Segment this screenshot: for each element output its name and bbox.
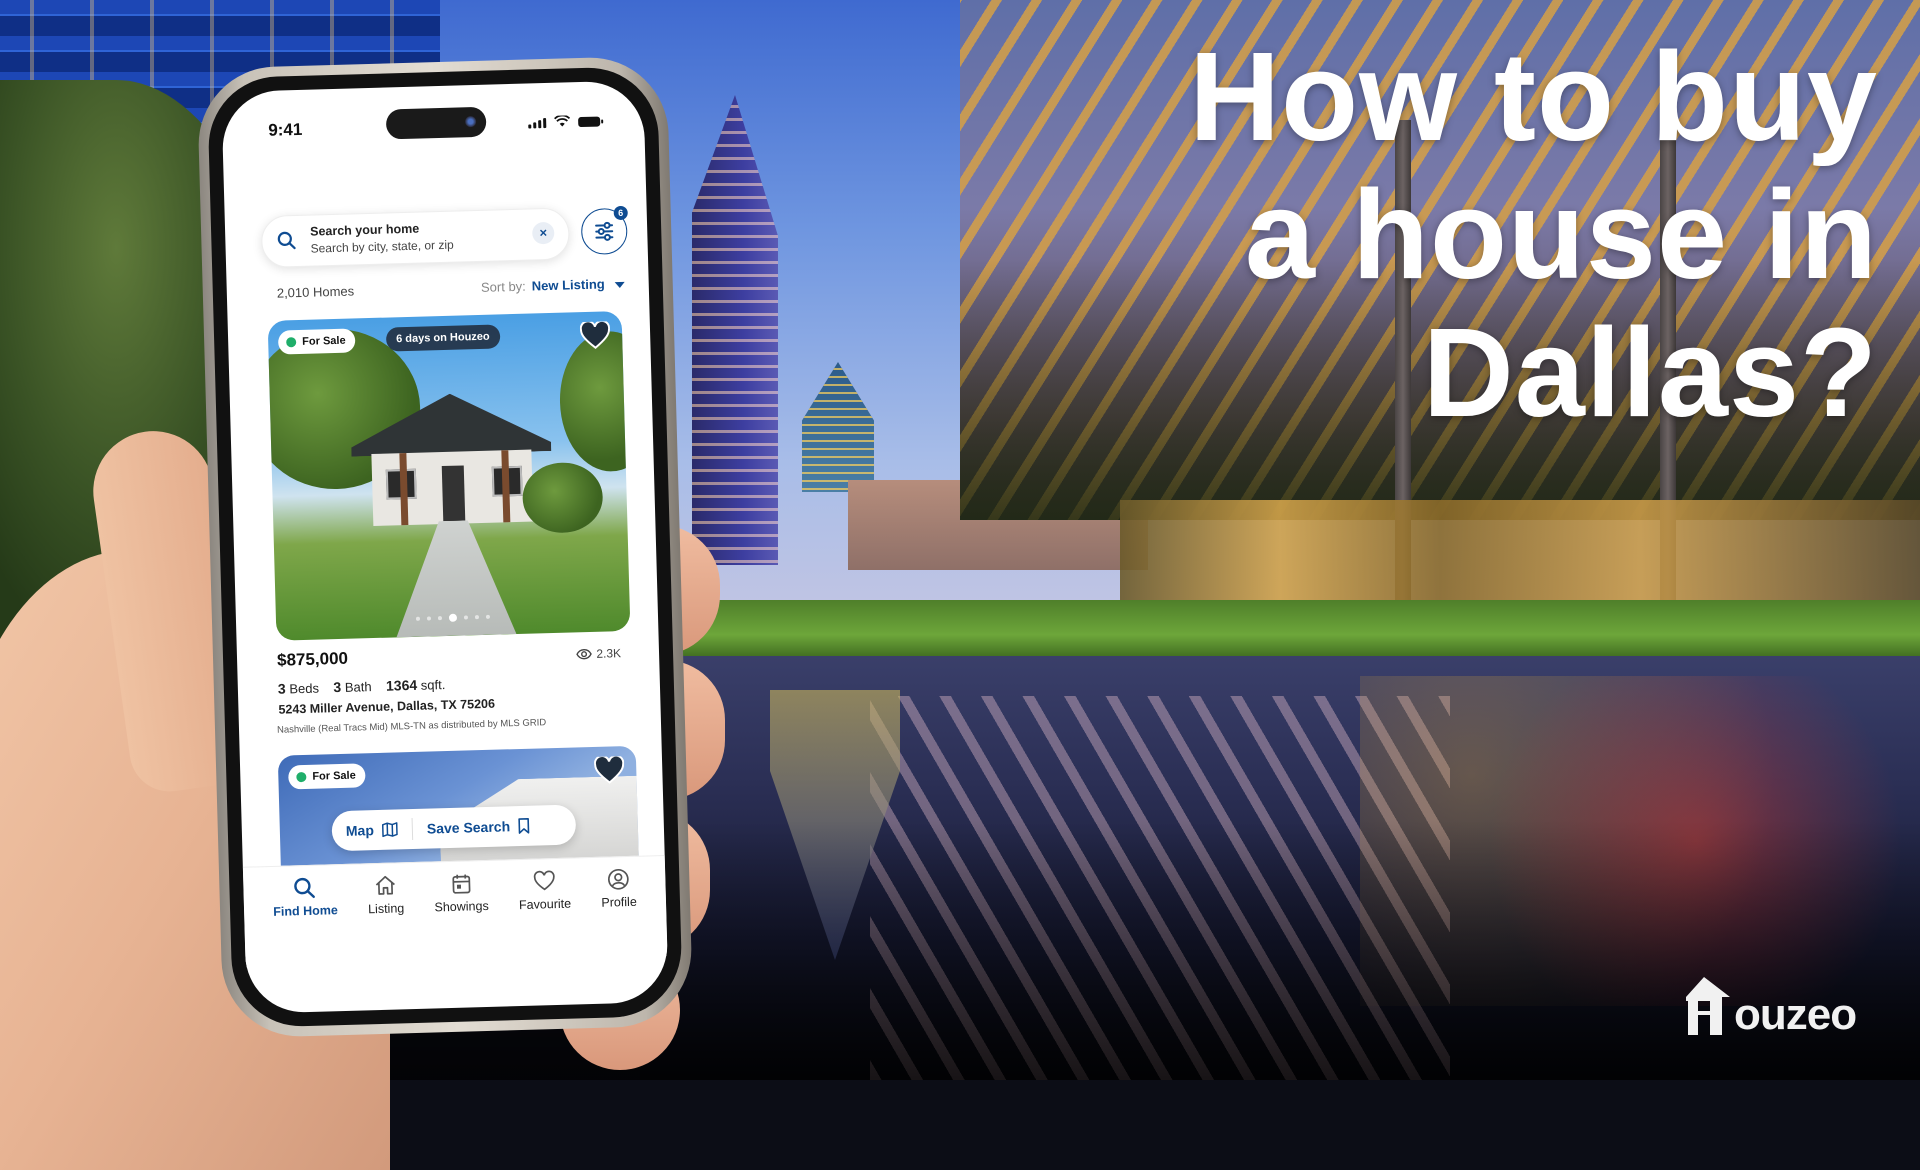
favorite-heart-icon[interactable] [594,756,625,785]
carousel-dot[interactable] [449,614,457,622]
tab-favourite[interactable]: Favourite [518,859,573,960]
for-sale-badge: For Sale [278,328,356,354]
camera-icon [465,116,476,127]
save-search-label: Save Search [427,818,511,836]
baths-label: Bath [345,679,372,695]
sqft-label: sqft. [421,677,446,693]
phone: 9:41 Search your home Search by city, st… [197,56,694,1039]
tab-find-home[interactable]: Find Home [272,865,339,967]
signal-icon [528,118,546,128]
phone-screen: 9:41 Search your home Search by city, st… [221,80,669,1013]
tab-label: Find Home [273,903,338,919]
filter-button[interactable]: 6 [581,208,628,255]
search-icon [293,876,318,901]
favorite-heart-icon[interactable] [580,321,611,350]
map-icon [382,821,398,837]
status-time: 9:41 [268,120,303,141]
wifi-icon [554,115,570,127]
heart-icon [532,869,557,894]
sort-label: Sort by: [481,279,526,295]
baths-count: 3 [333,679,341,695]
headline-line-1: How to buy [1189,28,1878,166]
tab-showings[interactable]: Showings [433,861,490,962]
view-count-value: 2.3K [596,646,621,661]
tab-label: Listing [368,901,405,916]
carousel-dot[interactable] [486,615,490,619]
eye-icon [576,648,592,660]
sort-value: New Listing [532,276,605,293]
sqft-value: 1364 [386,677,418,694]
status-bar: 9:41 [222,102,645,144]
dynamic-island [386,107,487,140]
tab-listing[interactable]: Listing [367,863,406,964]
tab-label: Profile [601,895,637,910]
for-sale-badge: For Sale [288,763,366,789]
sort-dropdown[interactable]: Sort by: New Listing [481,276,625,295]
house [350,391,554,527]
headline: How to buy a house in Dallas? [1189,28,1878,442]
shrub [522,462,604,534]
listing-photo[interactable]: For Sale 6 days on Houzeo [268,311,631,641]
tree [558,330,630,473]
search-input[interactable]: Search by city, state, or zip [310,238,454,256]
lawn [680,600,1920,658]
map-save-toolbar: Map Save Search [331,804,576,851]
house-h-logo-icon [1684,975,1732,1037]
listing-price: $875,000 [277,649,348,671]
bottom-tab-bar: Find Home Listing Showings Favourite Pro… [243,855,668,968]
battery-icon [578,117,600,128]
clear-search-button[interactable]: × [532,222,555,245]
carousel-dot[interactable] [438,616,442,620]
bookmark-icon [518,818,530,834]
headline-line-2: a house in [1189,166,1878,304]
caret-down-icon [615,281,625,287]
houzeo-logo: ouzeo [1684,975,1856,1037]
tab-label: Favourite [519,897,571,912]
carousel-dot[interactable] [475,615,479,619]
results-bar: 2,010 Homes Sort by: New Listing [277,276,625,306]
map-label: Map [346,822,374,839]
search-title: Search your home [310,222,419,239]
status-icons [528,115,600,129]
save-search-button[interactable]: Save Search [413,817,545,837]
tab-label: Showings [434,899,489,915]
carousel-dot[interactable] [464,615,468,619]
calendar-icon [449,871,474,896]
profile-icon [606,867,631,892]
headline-line-3: Dallas? [1189,304,1878,442]
home-icon [373,873,398,898]
search-bar[interactable]: Search your home Search by city, state, … [261,207,570,268]
tab-profile[interactable]: Profile [600,857,638,958]
map-button[interactable]: Map [332,821,412,839]
mls-attribution: Nashville (Real Tracs Mid) MLS-TN as dis… [277,717,546,736]
carousel-dot[interactable] [416,617,420,621]
search-icon [276,230,297,251]
view-count: 2.3K [576,646,621,661]
beds-label: Beds [289,681,319,697]
carousel-dot[interactable] [427,616,431,620]
results-count: 2,010 Homes [277,283,355,300]
listing-specs: 3 Beds 3 Bath 1364 sqft. [278,676,446,697]
beds-count: 3 [278,681,286,697]
logo-wordmark: ouzeo [1734,993,1856,1037]
listing-address[interactable]: 5243 Miller Avenue, Dallas, TX 75206 [278,697,495,717]
days-on-site-badge: 6 days on Houzeo [386,324,500,351]
